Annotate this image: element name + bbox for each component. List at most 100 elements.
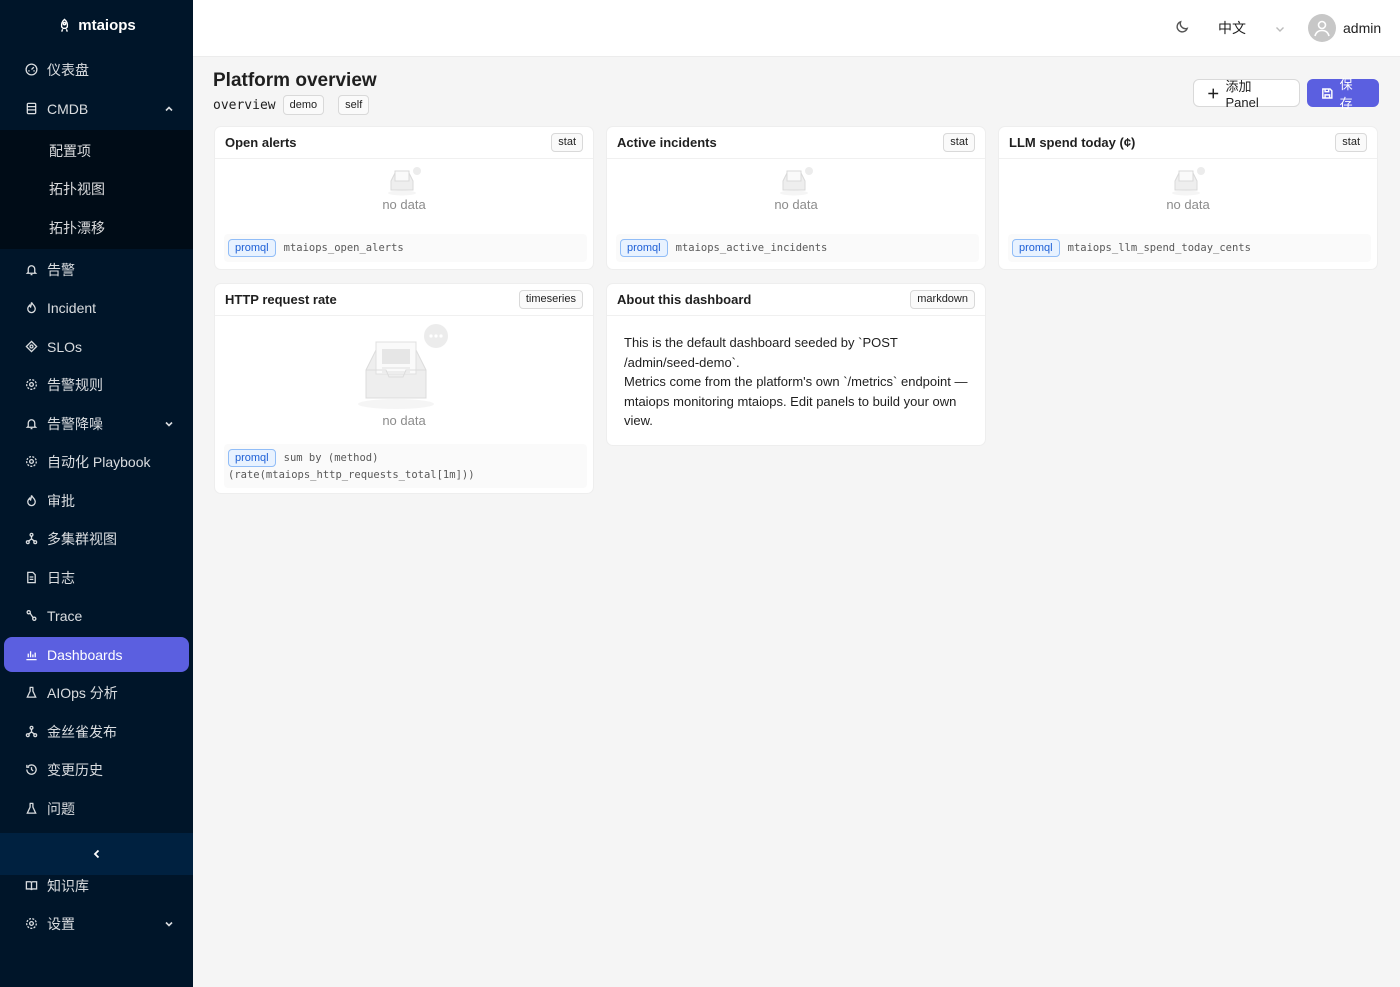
sidebar-item-trace[interactable]: Trace [4, 598, 189, 633]
panel-http-request-rate: HTTP request rate timeseries no data pro… [214, 283, 594, 494]
sidebar-item-label: 金丝雀发布 [47, 723, 117, 740]
sidebar-item-topology-view[interactable]: 拓扑视图 [4, 171, 189, 206]
sidebar-item-canary-release[interactable]: 金丝雀发布 [4, 714, 189, 749]
add-panel-label: 添加 Panel [1225, 79, 1259, 110]
sidebar-item-label: 知识库 [47, 877, 89, 894]
flask-icon [24, 802, 38, 816]
top-header: 中文 admin [193, 0, 1400, 57]
sidebar-item-topology-drift[interactable]: 拓扑漂移 [4, 210, 189, 245]
book-icon [24, 879, 38, 893]
sidebar-item-approvals[interactable]: 审批 [4, 483, 189, 518]
sidebar-item-label: SLOs [47, 338, 83, 355]
chevron-down-icon [163, 417, 175, 429]
panel-open-alerts: Open alerts stat no data promql mtaiops_o… [214, 126, 594, 270]
plus-icon [1208, 88, 1219, 98]
chevron-down-icon [1274, 22, 1286, 34]
sidebar-item-label: 审批 [47, 492, 75, 509]
empty-state: no data [215, 316, 593, 428]
sidebar-item-slos[interactable]: SLOs [4, 329, 189, 364]
sidebar-item-label: 自动化 Playbook [47, 453, 151, 470]
empty-label: no data [382, 197, 426, 212]
dashboard-tag: demo [282, 95, 325, 115]
database-icon [24, 102, 38, 116]
query-box: promql sum by (method) (rate(mtaiops_http… [224, 444, 587, 488]
panel-about-dashboard: About this dashboard markdown This is th… [606, 283, 986, 446]
sidebar-item-dashboards[interactable]: Dashboards [4, 637, 189, 672]
sidebar-item-label: 告警降噪 [47, 415, 103, 432]
query-lang-tag: promql [620, 239, 668, 257]
query-text: mtaiops_llm_spend_today_cents [1067, 242, 1251, 254]
language-select[interactable]: 中文 [1218, 17, 1288, 39]
sidebar-item-label: 拓扑视图 [49, 180, 105, 197]
page-title: Platform overview [213, 70, 377, 91]
save-button[interactable]: 保存 [1307, 77, 1379, 111]
panel-llm-spend-today: LLM spend today (¢) stat no data promql m… [998, 126, 1378, 270]
sidebar-item-label: Trace [47, 607, 83, 624]
panel-title: LLM spend today (¢) [1009, 135, 1136, 150]
fire-icon [24, 494, 38, 508]
app-name: mtaiops [78, 16, 136, 34]
sidebar-item-knowledge-base[interactable]: 知识库 [4, 868, 189, 903]
flask-icon [24, 686, 38, 700]
panel-type-tag: timeseries [518, 290, 583, 309]
save-label: 保存 [1339, 77, 1353, 111]
bell-icon [24, 263, 38, 277]
empty-inbox-icon [358, 324, 448, 409]
panel-header: About this dashboard markdown [607, 284, 985, 316]
target-icon [24, 340, 38, 354]
user-menu[interactable]: admin [1308, 14, 1381, 42]
bell-icon [24, 417, 38, 431]
cluster-icon [24, 532, 38, 546]
sidebar-item-aiops-analysis[interactable]: AIOps 分析 [4, 675, 189, 710]
app-logo[interactable]: mtaiops [0, 0, 193, 50]
sidebar-item-label: 日志 [47, 569, 75, 586]
theme-toggle[interactable] [1175, 19, 1193, 37]
empty-label: no data [382, 413, 426, 428]
empty-state: no data [999, 159, 1377, 212]
gear-icon [24, 917, 38, 931]
bar-chart-icon [24, 648, 38, 662]
add-panel-button[interactable]: 添加 Panel [1193, 79, 1300, 110]
query-box: promql mtaiops_llm_spend_today_cents [1008, 234, 1371, 262]
panel-header: Open alerts stat [215, 127, 593, 159]
sidebar-item-alert-noise-reduction[interactable]: 告警降噪 [4, 406, 189, 441]
query-box: promql mtaiops_open_alerts [224, 234, 587, 262]
sidebar-item-change-history[interactable]: 变更历史 [4, 752, 189, 787]
panel-title: HTTP request rate [225, 292, 337, 307]
sidebar-item-label: 问题 [47, 800, 75, 817]
sidebar-item-alerts[interactable]: 告警 [4, 252, 189, 287]
sidebar-item-alert-rules[interactable]: 告警规则 [4, 367, 189, 402]
panel-header: LLM spend today (¢) stat [999, 127, 1377, 159]
panel-title: About this dashboard [617, 292, 752, 307]
sidebar-item-cmdb[interactable]: CMDB [4, 91, 189, 126]
chevron-up-icon [163, 102, 175, 114]
avatar [1308, 14, 1336, 42]
sidebar: mtaiops 仪表盘 CMDB 配置项 拓扑视图 拓扑漂移 告警 Incide… [0, 0, 193, 987]
language-value: 中文 [1218, 20, 1246, 36]
sidebar-item-automation-playbook[interactable]: 自动化 Playbook [4, 444, 189, 479]
sidebar-item-label: Dashboards [47, 646, 123, 663]
rocket-icon [61, 18, 69, 32]
sidebar-item-label: 变更历史 [47, 761, 103, 778]
sidebar-item-label: CMDB [47, 100, 89, 117]
query-text: mtaiops_open_alerts [283, 242, 404, 254]
query-lang-tag: promql [228, 239, 276, 257]
sidebar-item-label: 告警 [47, 261, 75, 278]
sidebar-item-config-items[interactable]: 配置项 [4, 133, 189, 168]
moon-icon [1176, 20, 1189, 33]
empty-label: no data [774, 197, 818, 212]
user-icon [1314, 20, 1330, 37]
sidebar-item-logs[interactable]: 日志 [4, 560, 189, 595]
fire-icon [24, 301, 38, 315]
sidebar-item-multi-cluster-view[interactable]: 多集群视图 [4, 521, 189, 556]
sidebar-item-dashboard[interactable]: 仪表盘 [4, 52, 189, 87]
panel-header: Active incidents stat [607, 127, 985, 159]
sidebar-item-incident[interactable]: Incident [4, 290, 189, 325]
panel-header: HTTP request rate timeseries [215, 284, 593, 316]
panel-type-tag: stat [943, 133, 975, 152]
panel-type-tag: stat [551, 133, 583, 152]
sidebar-item-settings[interactable]: 设置 [4, 906, 189, 941]
sidebar-item-problems[interactable]: 问题 [4, 791, 189, 826]
empty-inbox-icon [388, 167, 421, 196]
file-icon [24, 571, 38, 585]
